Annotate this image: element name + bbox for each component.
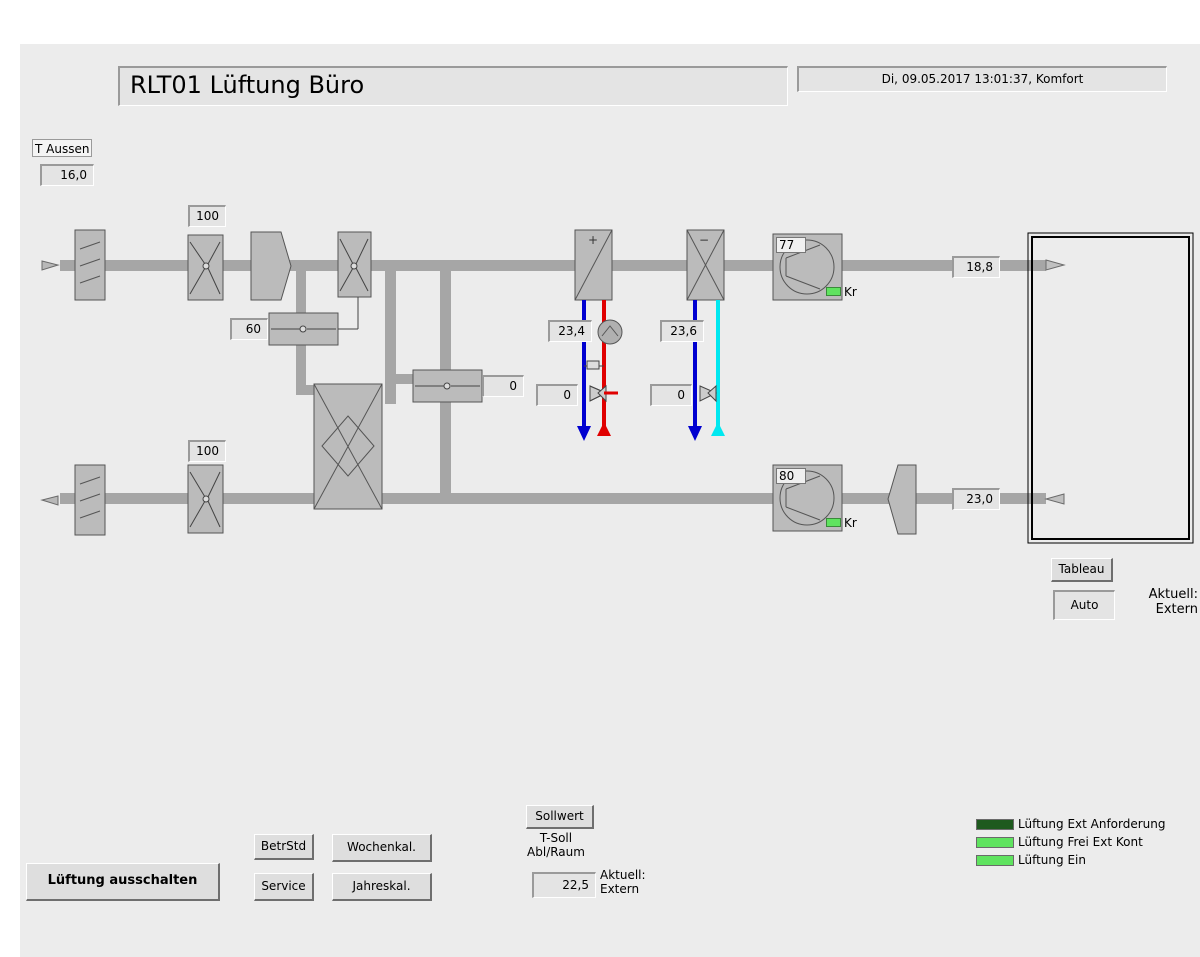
mixing-damper [337,231,372,298]
setpoint-value[interactable]: 22,5 [532,872,596,898]
return-fan-label: Kr [844,516,857,530]
setpoint-button[interactable]: Sollwert [526,805,594,829]
room-mode-status: Aktuell: Extern [1148,587,1198,617]
heat-recovery-unit [313,383,383,510]
supply-filter [250,231,292,301]
room-mode-value: Auto [1053,590,1115,620]
bypass-damper-value: 0 [482,375,524,397]
outdoor-air-arrow [41,260,60,271]
switch-off-ventilation-button[interactable]: Lüftung ausschalten [26,863,220,901]
outdoor-air-damper [187,234,224,301]
supply-fan-value: 77 [776,237,806,253]
air-handling-schematic: + − [40,229,1194,544]
return-air-arrow [1044,493,1065,505]
status-led-list: Lüftung Ext Anforderung Lüftung Frei Ext… [976,816,1200,870]
yearly-calendar-button[interactable]: Jahreskal. [332,873,432,901]
heating-valve-value: 0 [536,384,578,406]
status-led-ventilation-on: Lüftung Ein [976,852,1200,870]
service-button[interactable]: Service [254,873,314,901]
weekly-calendar-button[interactable]: Wochenkal. [332,834,432,862]
bypass-damper [412,369,483,403]
exhaust-air-arrow [40,495,59,506]
cooling-temp-value: 23,6 [660,320,704,342]
recirculation-damper [268,297,359,346]
recirculation-damper-value: 60 [230,318,268,340]
supply-air-arrow [1045,259,1066,271]
tableau-button[interactable]: Tableau [1051,558,1113,582]
supply-air-temp-value: 18,8 [952,256,1000,278]
operating-hours-button[interactable]: BetrStd [254,834,314,860]
return-fan-run-indicator [826,518,841,527]
heating-coil: + [574,229,613,301]
status-led-indicator [976,819,1014,830]
supply-fan-run-indicator [826,287,841,296]
setpoint-status: Aktuell: Extern [600,868,646,896]
status-led-label: Lüftung Ext Anforderung [1018,817,1166,831]
return-air-temp-value: 23,0 [952,488,1000,510]
supply-fan-label: Kr [844,285,857,299]
status-led-indicator [976,837,1014,848]
hvac-panel: RLT01 Lüftung Büro Di, 09.05.2017 13:01:… [20,44,1200,957]
connector-duct-3 [385,270,396,404]
exhaust-damper-value: 100 [188,440,226,462]
cooling-valve-value: 0 [650,384,692,406]
heating-valve [589,384,618,403]
room-box [1027,232,1194,544]
return-fan-value: 80 [776,468,806,484]
return-filter [887,464,917,535]
cooling-valve [699,384,718,403]
status-led-indicator [976,855,1014,866]
status-led-ext-request: Lüftung Ext Anforderung [976,816,1200,834]
outdoor-damper-value: 100 [188,205,226,227]
cooling-coil: − [686,229,725,301]
svg-text:−: − [699,233,709,247]
exhaust-air-damper [187,464,224,534]
outdoor-air-grill [74,229,106,301]
status-led-label: Lüftung Ein [1018,853,1086,867]
status-led-label: Lüftung Frei Ext Kont [1018,835,1143,849]
exhaust-air-grill [74,464,106,536]
status-led-free-ext: Lüftung Frei Ext Kont [976,834,1200,852]
heating-temp-value: 23,4 [548,320,592,342]
setpoint-caption: T-Soll Abl/Raum [527,831,585,859]
svg-text:+: + [588,233,598,247]
